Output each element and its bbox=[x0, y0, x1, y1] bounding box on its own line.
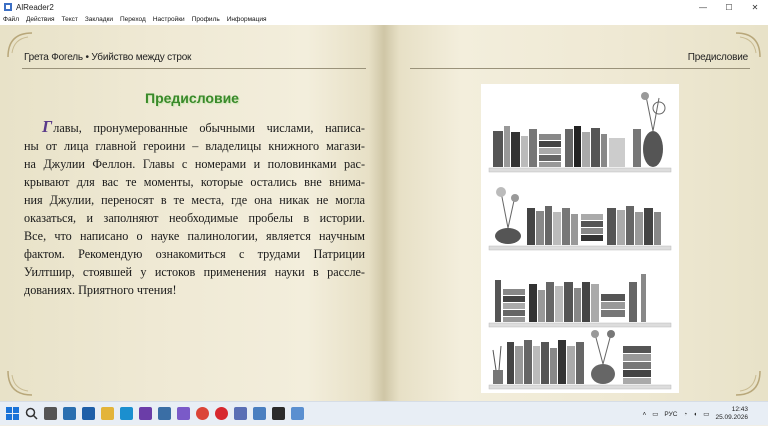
volume-icon[interactable]: ◖ bbox=[693, 411, 697, 418]
title-bar: AlReader2 — ☐ ✕ bbox=[0, 0, 768, 14]
app-icon-4[interactable] bbox=[234, 407, 247, 420]
system-tray: ˄ ▭ РУС ◔ ◖ ▭ 12:43 25.09.2026 bbox=[642, 402, 768, 426]
shelf-3 bbox=[488, 274, 672, 328]
close-button[interactable]: ✕ bbox=[742, 0, 768, 14]
store-icon[interactable] bbox=[82, 407, 95, 420]
clock-time: 12:43 bbox=[731, 406, 748, 413]
header-rule bbox=[22, 68, 366, 69]
menu-file[interactable]: Файл bbox=[3, 16, 19, 23]
text-line: дованиях. Приятного чтения! bbox=[24, 283, 177, 297]
minimize-button[interactable]: — bbox=[690, 0, 716, 14]
menu-settings[interactable]: Настройки bbox=[153, 16, 185, 23]
app-icon-6[interactable] bbox=[272, 407, 285, 420]
chapter-title: Предисловие bbox=[145, 90, 239, 106]
app-icon-3[interactable] bbox=[177, 407, 190, 420]
text-line: Главы, пронумерованные обычными числами,… bbox=[24, 118, 365, 137]
text-line: фактом. Рекомендую ознакомиться с трудам… bbox=[24, 247, 365, 261]
menu-actions[interactable]: Действия bbox=[26, 16, 54, 23]
shelf-1 bbox=[488, 92, 672, 173]
running-header-left: Грета Фогель • Убийство между строк bbox=[24, 52, 192, 63]
windows-start-icon[interactable] bbox=[6, 407, 19, 420]
taskbar: ˄ ▭ РУС ◔ ◖ ▭ 12:43 25.09.2026 bbox=[0, 401, 768, 425]
shelf-4 bbox=[488, 330, 672, 390]
maximize-button[interactable]: ☐ bbox=[716, 0, 742, 14]
text-line: ны от лица главной героини – владелицы к… bbox=[24, 139, 365, 153]
app-icon-5[interactable] bbox=[253, 407, 266, 420]
corner-ornament-icon bbox=[7, 370, 33, 396]
menu-bookmarks[interactable]: Закладки bbox=[85, 16, 113, 23]
reader-area: Грета Фогель • Убийство между строк Пред… bbox=[0, 25, 768, 401]
menu-navigation[interactable]: Переход bbox=[120, 16, 146, 23]
widgets-icon[interactable] bbox=[63, 407, 76, 420]
shelf-2 bbox=[488, 187, 672, 251]
language-indicator[interactable]: РУС bbox=[664, 411, 677, 418]
text-line: Все, что написано о науке палинологии, я… bbox=[24, 229, 365, 243]
text-line: ния Джулии, переносят в те места, где он… bbox=[24, 193, 365, 207]
search-icon[interactable] bbox=[25, 407, 38, 420]
menu-bar: Файл Действия Текст Закладки Переход Нас… bbox=[0, 14, 768, 25]
text-line: на Джулии Феллон. Главы с номерами и пол… bbox=[24, 157, 365, 171]
text-line: крывают для вас те моменты, которые оста… bbox=[24, 175, 365, 189]
text-line: Уилтшир, стоявшей у истоков применения н… bbox=[24, 265, 365, 279]
drop-cap: Г bbox=[42, 117, 53, 136]
text-line: оказаться, и заполняют необходимые пробе… bbox=[24, 211, 365, 225]
chrome-icon[interactable] bbox=[196, 407, 209, 420]
menu-profile[interactable]: Профиль bbox=[192, 16, 220, 23]
alreader-icon[interactable] bbox=[291, 407, 304, 420]
bookshelf-illustration bbox=[481, 84, 679, 393]
clock[interactable]: 12:43 25.09.2026 bbox=[715, 406, 748, 422]
header-rule bbox=[410, 68, 750, 69]
wifi-icon[interactable]: ◔ bbox=[683, 411, 687, 418]
chevron-up-icon[interactable]: ˄ bbox=[642, 411, 646, 418]
battery-icon[interactable]: ▭ bbox=[703, 410, 709, 418]
running-header-right: Предисловие bbox=[687, 52, 748, 63]
edge-icon[interactable] bbox=[120, 407, 133, 420]
opera-icon[interactable] bbox=[215, 407, 228, 420]
corner-ornament-icon bbox=[735, 370, 761, 396]
task-view-icon[interactable] bbox=[44, 407, 57, 420]
tray-app-icon[interactable]: ▭ bbox=[652, 410, 658, 418]
clock-date: 25.09.2026 bbox=[715, 414, 748, 421]
app-icon-2[interactable] bbox=[158, 407, 171, 420]
app-icon-1[interactable] bbox=[139, 407, 152, 420]
page-text: Главы, пронумерованные обычными числами,… bbox=[24, 118, 365, 299]
text-line-content: лавы, пронумерованные обычными числами, … bbox=[53, 121, 365, 135]
menu-info[interactable]: Информация bbox=[227, 16, 267, 23]
app-icon bbox=[4, 3, 12, 11]
window-title: AlReader2 bbox=[16, 2, 54, 12]
menu-text[interactable]: Текст bbox=[61, 16, 77, 23]
file-explorer-icon[interactable] bbox=[101, 407, 114, 420]
book-spread[interactable]: Грета Фогель • Убийство между строк Пред… bbox=[0, 25, 768, 401]
